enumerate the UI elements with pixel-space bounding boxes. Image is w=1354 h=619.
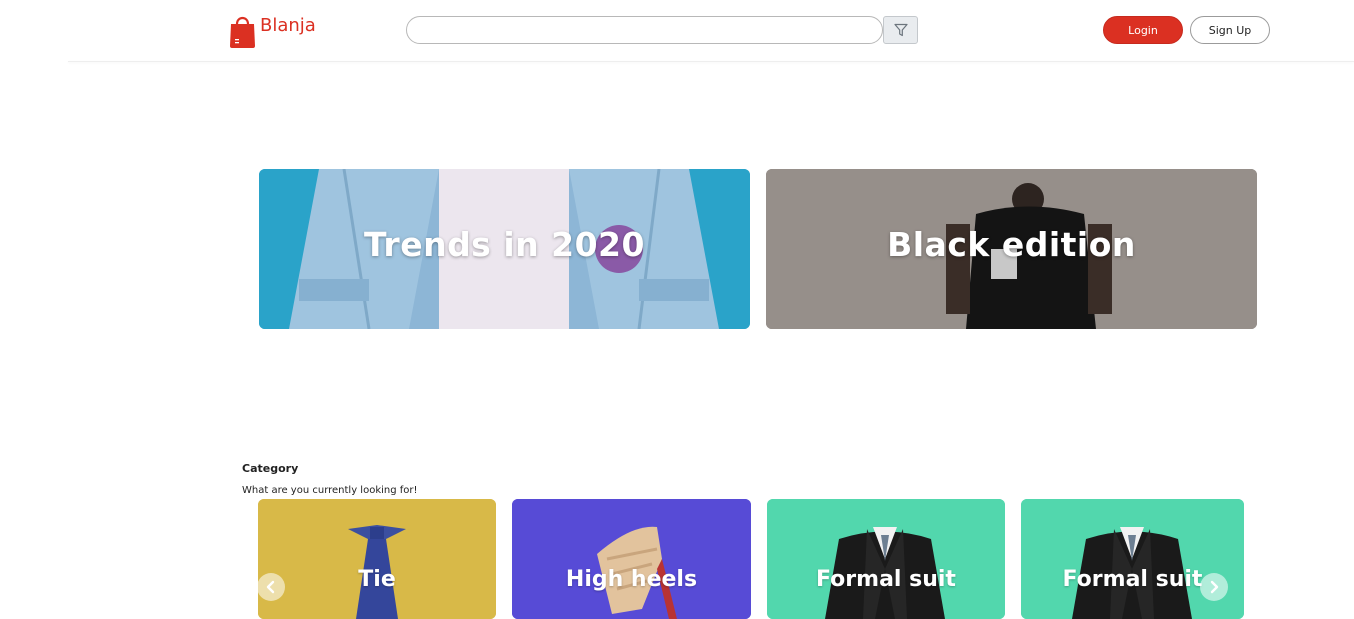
filter-icon — [893, 23, 908, 37]
category-label: Formal suit — [816, 567, 956, 592]
brand-name: Blanja — [260, 15, 316, 36]
login-button[interactable]: Login — [1103, 16, 1183, 44]
category-card-formal-suit[interactable]: Formal suit — [1021, 499, 1244, 619]
category-subtitle: What are you currently looking for! — [242, 485, 418, 496]
category-card-tie[interactable]: Tie — [258, 499, 496, 619]
brand-logo[interactable]: Blanja — [229, 12, 316, 48]
suit-icon — [767, 499, 1005, 619]
category-label: High heels — [565, 567, 698, 592]
banner-black-edition[interactable]: Black edition — [766, 169, 1257, 329]
navbar: Blanja Login Sign Up — [0, 0, 1354, 62]
filter-button[interactable] — [883, 16, 918, 44]
carousel-next-button[interactable] — [1200, 573, 1228, 601]
banner-title: Trends in 2020 — [364, 225, 645, 264]
high-heels-icon — [512, 499, 751, 619]
carousel-prev-button[interactable] — [257, 573, 285, 601]
category-card-high-heels[interactable]: High heels — [512, 499, 751, 619]
chevron-left-icon — [266, 580, 275, 594]
category-card-formal-suit[interactable]: Formal suit — [767, 499, 1005, 619]
chevron-right-icon — [1210, 580, 1219, 594]
shopping-bag-icon — [230, 16, 255, 48]
header-divider — [68, 61, 1354, 62]
signup-button[interactable]: Sign Up — [1190, 16, 1270, 44]
suit-icon — [1021, 499, 1244, 619]
banner-trends-2020[interactable]: Trends in 2020 — [259, 169, 750, 329]
tie-icon — [258, 499, 496, 619]
banner-title: Black edition — [887, 225, 1136, 264]
search-input[interactable] — [406, 16, 883, 44]
category-heading: Category — [242, 462, 299, 475]
category-label: Tie — [358, 567, 396, 592]
